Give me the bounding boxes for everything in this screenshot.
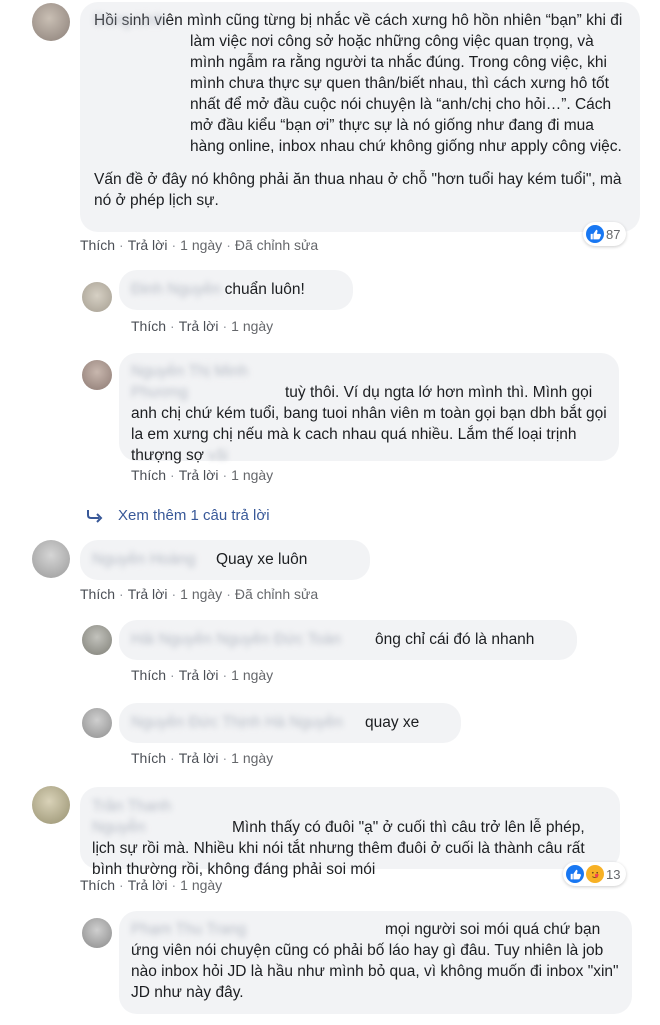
comment-bubble: Hải Nguyễn Nguyễn Đức Toàn ông chỉ cái đó… <box>119 620 577 660</box>
comment-actions: Thích · Trả lời · 1 ngày <box>131 467 274 483</box>
like-icon <box>566 865 584 883</box>
comment-bubble: Trần Thanh Nguyễn Mình thấy có đuôi "ạ" ở… <box>80 787 620 878</box>
comment-bubble: Đinh Nguyễn chuẩn luôn! <box>119 270 353 310</box>
like-button[interactable]: Thích <box>80 877 115 893</box>
comment-actions: Thích · Trả lời · 1 ngày · Đã chỉnh sửa <box>80 586 319 602</box>
avatar[interactable] <box>32 540 70 578</box>
avatar[interactable] <box>82 360 112 390</box>
reply-button[interactable]: Trả lời <box>128 586 168 602</box>
timestamp[interactable]: 1 ngày <box>231 318 273 334</box>
comment-author[interactable]: Nguyễn Đức Thịnh Hà Nguyễn <box>131 712 361 733</box>
avatar[interactable] <box>32 3 70 41</box>
comment-actions: Thích · Trả lời · 1 ngày <box>131 318 274 334</box>
timestamp[interactable]: 1 ngày <box>231 467 273 483</box>
comment-author[interactable]: Nguyễn Thị Minh Phương <box>131 361 281 403</box>
comment-text: Quay xe luôn <box>216 551 308 568</box>
reaction-count[interactable]: 13 <box>563 862 627 886</box>
reply-button[interactable]: Trả lời <box>128 877 168 893</box>
like-button[interactable]: Thích <box>131 750 166 766</box>
reaction-count[interactable]: 87 <box>583 222 627 246</box>
avatar[interactable] <box>82 918 112 948</box>
comment-actions: Thích · Trả lời · 1 ngày · Đã chỉnh sửa <box>80 237 319 253</box>
comment-bubble: Nguyễn Đức Thịnh Hà Nguyễn quay xe <box>119 703 461 743</box>
timestamp[interactable]: 1 ngày <box>180 237 222 253</box>
reply-button[interactable]: Trả lời <box>179 467 219 483</box>
like-icon <box>586 225 604 243</box>
reply-arrow-icon <box>87 509 103 523</box>
comment-text: Vấn đề ở đây nó không phải ăn thua nhau … <box>94 171 622 209</box>
comment-text: quay xe <box>365 714 420 731</box>
comment-bubble: Phạm Thu Trang mọi người soi mói quá chứ … <box>119 911 632 1014</box>
reply-button[interactable]: Trả lời <box>128 237 168 253</box>
comment-bubble: Dung Linh Hồi sinh viên mình cũng từng b… <box>80 2 640 232</box>
like-button[interactable]: Thích <box>131 667 166 683</box>
comment-author[interactable]: Trần Thanh Nguyễn <box>92 796 228 838</box>
avatar[interactable] <box>82 708 112 738</box>
avatar[interactable] <box>32 786 70 824</box>
timestamp[interactable]: 1 ngày <box>231 750 273 766</box>
like-button[interactable]: Thích <box>80 237 115 253</box>
timestamp[interactable]: 1 ngày <box>180 586 222 602</box>
reply-button[interactable]: Trả lời <box>179 750 219 766</box>
comment-author[interactable]: Hải Nguyễn Nguyễn Đức Toàn <box>131 629 371 650</box>
timestamp[interactable]: 1 ngày <box>180 877 222 893</box>
care-icon <box>586 865 604 883</box>
reply-button[interactable]: Trả lời <box>179 667 219 683</box>
comment-bubble: Nguyễn Hoàng Quay xe luôn <box>80 540 370 580</box>
comment-text: chuẩn luôn! <box>224 281 305 298</box>
comment-text: ông chỉ cái đó là nhanh <box>375 631 535 648</box>
avatar[interactable] <box>82 625 112 655</box>
like-button[interactable]: Thích <box>80 586 115 602</box>
like-button[interactable]: Thích <box>131 467 166 483</box>
comment-actions: Thích · Trả lời · 1 ngày <box>131 667 274 683</box>
view-more-replies[interactable]: Xem thêm 1 câu trả lời <box>86 507 270 524</box>
comment-author[interactable]: Nguyễn Hoàng <box>92 549 212 570</box>
reply-button[interactable]: Trả lời <box>179 318 219 334</box>
like-button[interactable]: Thích <box>131 318 166 334</box>
comment-author[interactable]: Dung Linh <box>94 10 165 31</box>
comment-author[interactable]: Phạm Thu Trang <box>131 919 381 940</box>
blurred-text: vãi <box>208 447 229 464</box>
edited-label: Đã chỉnh sửa <box>234 237 319 253</box>
timestamp[interactable]: 1 ngày <box>231 667 273 683</box>
comment-actions: Thích · Trả lời · 1 ngày <box>131 750 274 766</box>
comment-text: Hồi sinh viên mình cũng từng bị nhắc về … <box>94 12 623 155</box>
comment-author[interactable]: Đinh Nguyễn <box>131 279 221 300</box>
comment-bubble: Nguyễn Thị Minh Phương tuỳ thôi. Ví dụ ng… <box>119 353 619 464</box>
avatar[interactable] <box>82 282 112 312</box>
comment-actions: Thích · Trả lời · 1 ngày <box>80 877 223 893</box>
edited-label: Đã chỉnh sửa <box>234 586 319 602</box>
